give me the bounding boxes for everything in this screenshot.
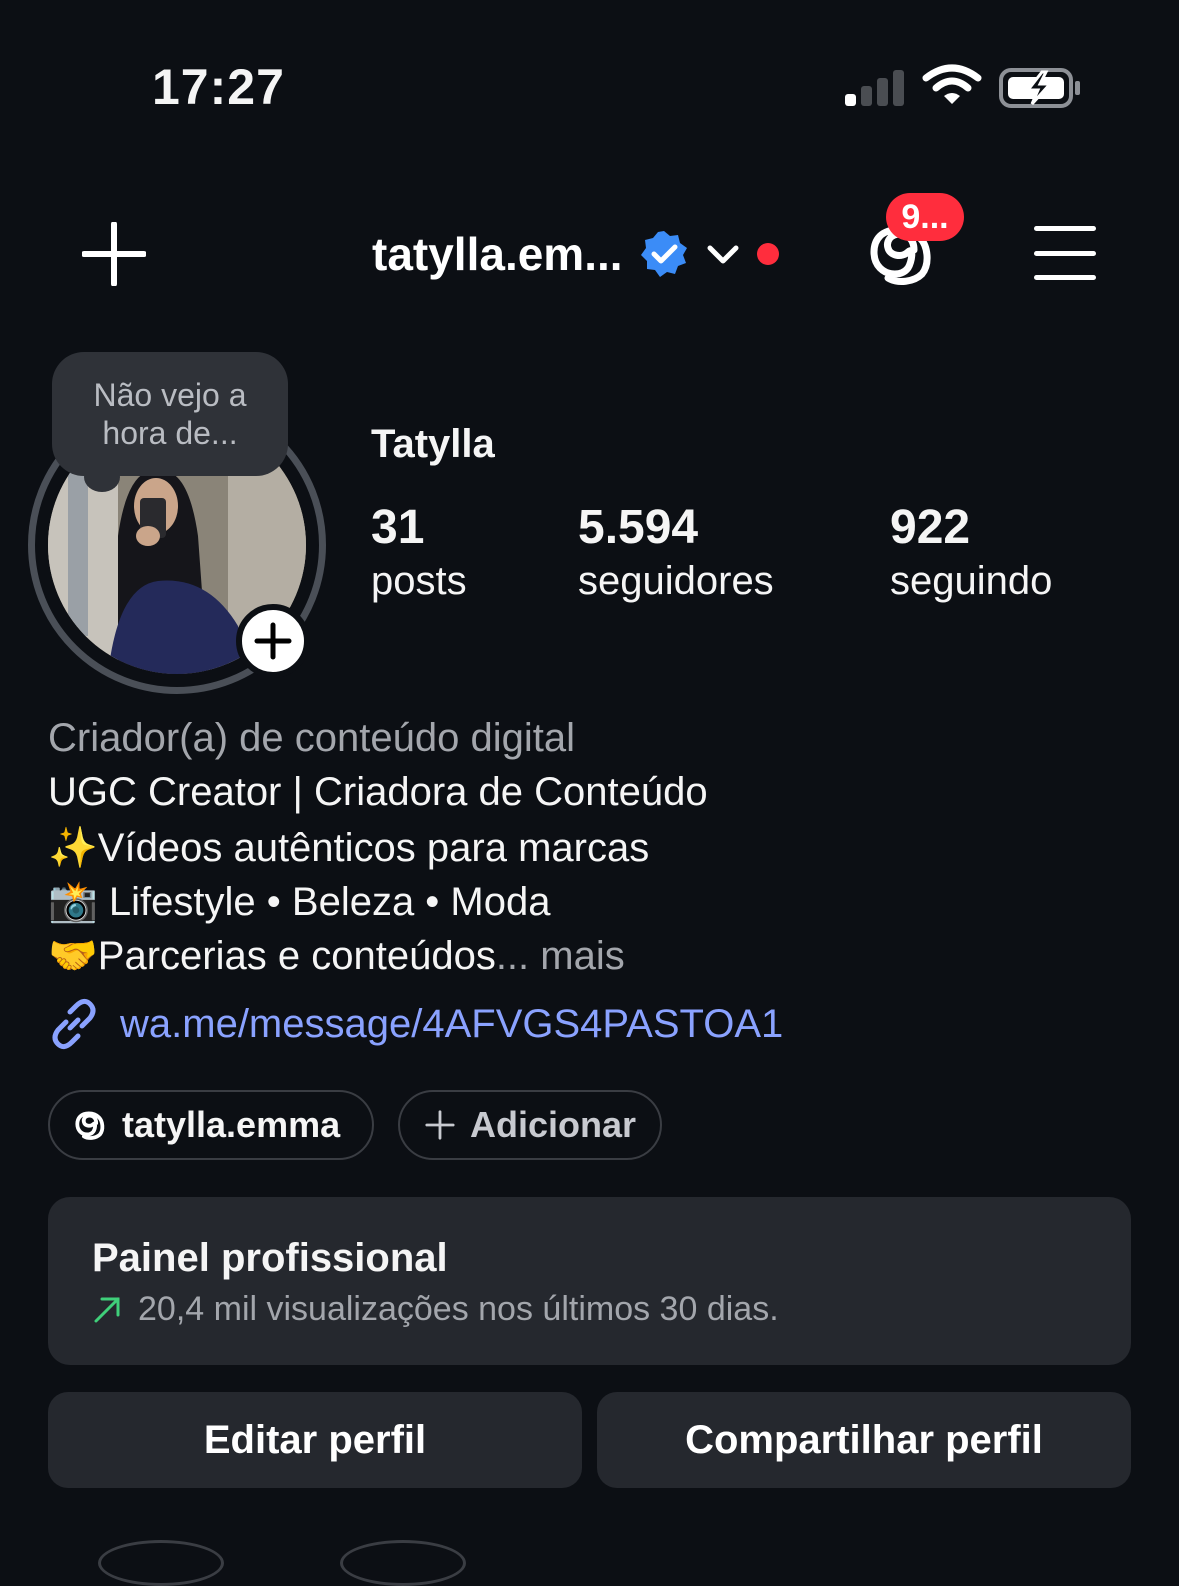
link-icon [52,998,96,1050]
bio-ellipsis: ... [495,934,530,978]
trend-up-icon [94,1297,120,1322]
bio-line: 📸 Lifestyle • Beleza • Moda [48,880,551,924]
menu-icon[interactable] [1034,226,1096,280]
battery-charging-icon [999,68,1080,108]
stat-posts[interactable]: 31 posts [371,500,467,606]
add-label: Adicionar [469,1104,636,1145]
display-name: Tatylla [371,422,495,466]
stat-label: seguidores [578,559,774,603]
stat-value: 31 [371,501,425,554]
wifi-icon [922,64,982,104]
link-text: wa.me/message/4AFVGS4PASTOA1 [120,1001,784,1046]
bio-line: 🤝Parcerias e conteúdos [48,934,496,978]
stat-label: posts [371,559,467,603]
username: tatylla.em... [372,228,623,280]
share-profile-button[interactable]: Compartilhar perfil [597,1392,1131,1488]
edit-profile-button[interactable]: Editar perfil [48,1392,582,1488]
stat-following[interactable]: 922 seguindo [890,500,1052,606]
panel-title: Painel profissional [92,1236,448,1280]
professional-dashboard[interactable] [48,1197,1131,1365]
threads-handle: tatylla.emma [122,1104,341,1145]
add-chip-button[interactable]: Adicionar [398,1090,662,1160]
story-highlight[interactable] [98,1540,224,1586]
panel-subtitle-text: 20,4 mil visualizações nos últimos 30 di… [138,1290,779,1328]
stat-followers[interactable]: 5.594 seguidores [578,500,774,606]
unread-dot [756,243,779,265]
plus-icon [425,1110,455,1140]
signal-icon [845,70,905,106]
stat-value: 5.594 [578,501,699,554]
threads-chip[interactable]: tatylla.emma [48,1090,374,1160]
bio-line-truncated: 🤝Parcerias e conteúdos... mais [48,932,625,979]
status-time: 17:27 [152,59,285,115]
add-story-button[interactable] [236,604,310,678]
profile-category: Criador(a) de conteúdo digital [48,716,575,760]
stat-label: seguindo [890,559,1053,603]
create-plus-button[interactable] [82,222,146,286]
bio-link[interactable]: wa.me/message/4AFVGS4PASTOA1 [48,998,783,1050]
threads-icon [75,1111,105,1140]
chevron-down-icon [707,245,739,264]
bio-more-link[interactable]: mais [540,934,624,978]
account-switcher[interactable]: tatylla.em... [372,222,779,286]
bio-line: ✨Vídeos autênticos para marcas [48,826,650,870]
panel-subtitle: 20,4 mil visualizações nos últimos 30 di… [92,1290,779,1329]
notification-badge[interactable]: 9... [886,193,964,241]
note-bubble[interactable]: Não vejo a hora de... [52,352,288,476]
stat-value: 922 [890,501,971,554]
verified-badge-icon [640,231,687,277]
story-highlight[interactable] [340,1540,466,1586]
bio-line: UGC Creator | Criadora de Conteúdo [48,770,708,814]
